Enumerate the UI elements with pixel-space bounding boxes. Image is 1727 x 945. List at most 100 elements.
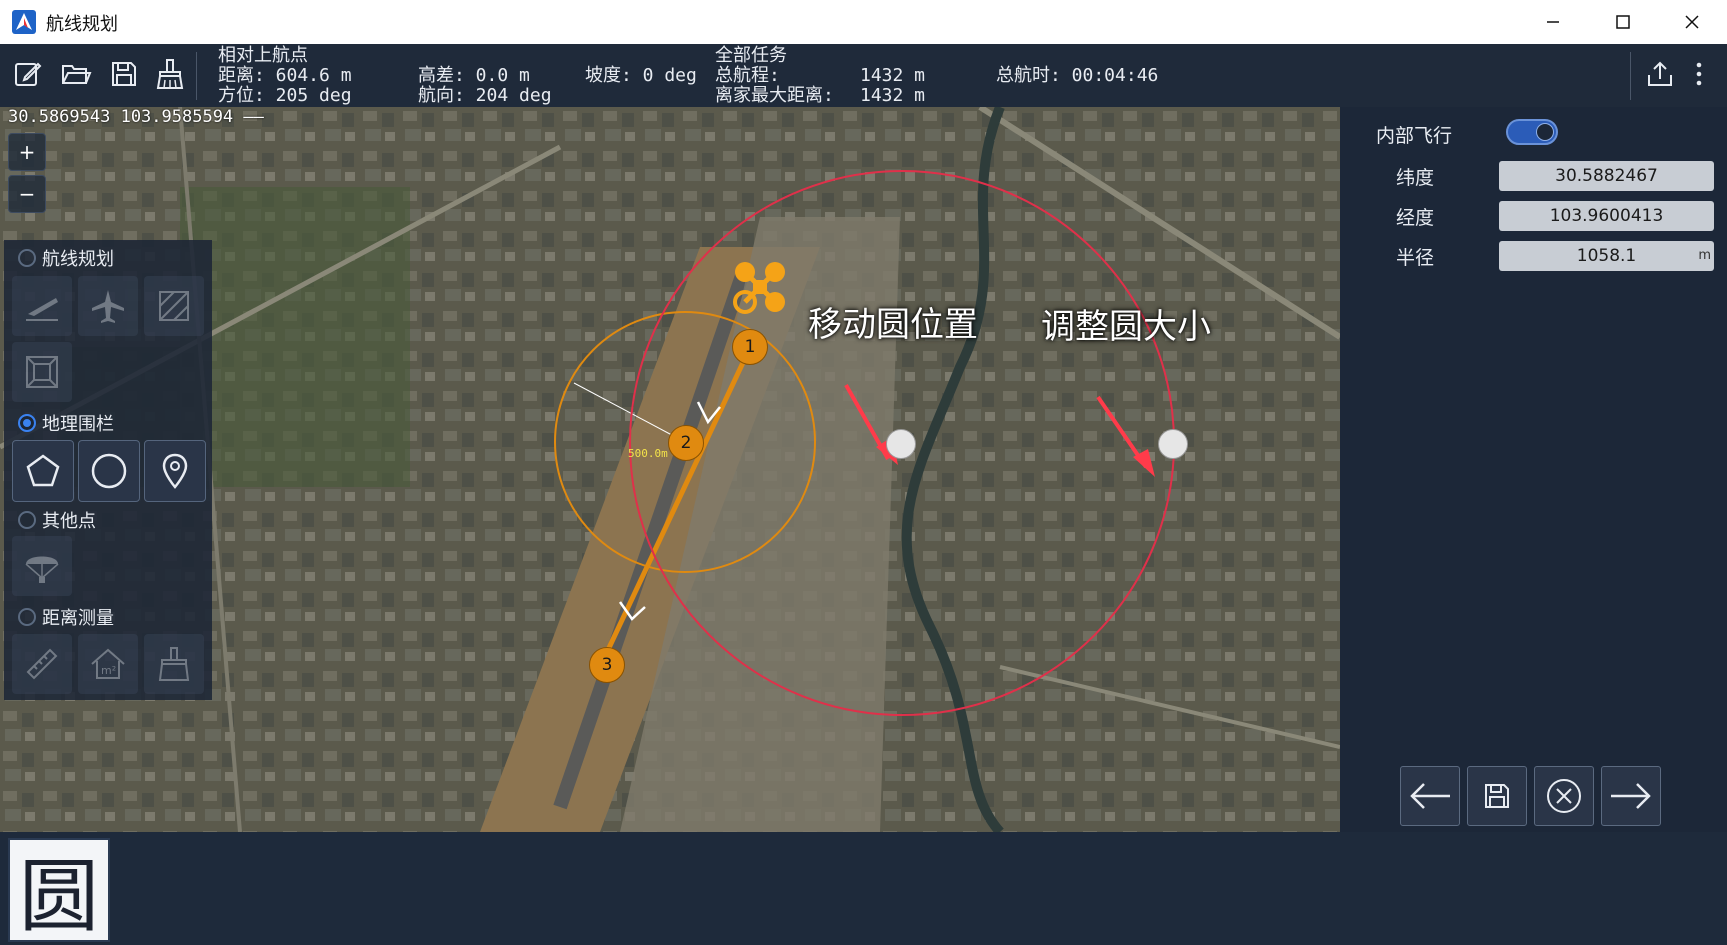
total-time-readout: 总航时: 00:04:46 <box>996 65 1159 86</box>
waypoint-marker[interactable]: 1 <box>732 329 768 365</box>
toggle-knob <box>1536 123 1554 141</box>
minimize-icon <box>1547 21 1559 23</box>
geofence-radio[interactable] <box>18 414 36 432</box>
next-button[interactable] <box>1601 766 1661 826</box>
zoom-out-button[interactable]: − <box>8 175 46 213</box>
edit-icon <box>15 62 42 86</box>
waypoint-marker[interactable]: 2 <box>668 425 704 461</box>
oblique-survey-tool[interactable] <box>12 342 72 402</box>
geofence-label: 地理围栏 <box>42 414 114 435</box>
max-home-distance-label: 离家最大距离: <box>715 85 834 106</box>
coordinate-readout: 30.5869543 103.9585594 –– <box>8 107 264 127</box>
other-points-radio[interactable] <box>18 511 36 529</box>
properties-panel: 内部飞行 纬度 30.5882467 经度 103.9600413 半径 105… <box>1340 107 1727 832</box>
broom-icon <box>158 647 190 681</box>
internal-flight-label: 内部飞行 <box>1376 125 1453 147</box>
latitude-label: 纬度 <box>1396 167 1435 189</box>
resize-circle-annotation: 调整圆大小 <box>1041 307 1211 347</box>
longitude-input[interactable]: 103.9600413 <box>1499 201 1714 231</box>
pentagon-icon <box>26 454 60 487</box>
close-button[interactable] <box>1657 0 1727 44</box>
save-icon <box>1485 784 1509 808</box>
upload-icon <box>1648 61 1672 86</box>
parachute-icon <box>25 556 59 583</box>
toolbar-divider <box>196 52 197 100</box>
open-button[interactable] <box>58 56 94 92</box>
area-survey-tool[interactable] <box>144 276 204 336</box>
broom-icon <box>156 59 184 89</box>
route-planning-radio[interactable] <box>18 249 36 267</box>
clear-measure-tool[interactable] <box>144 634 204 694</box>
zoom-in-button[interactable]: + <box>8 133 46 171</box>
takeoff-tool[interactable] <box>12 276 72 336</box>
upload-button[interactable] <box>1642 56 1678 92</box>
ruler-tool[interactable] <box>12 634 72 694</box>
bearing-readout: 方位: 205 deg <box>218 85 352 106</box>
app-logo-icon <box>12 10 36 34</box>
route-planning-section[interactable]: 航线规划 <box>18 245 114 271</box>
height-diff-readout: 高差: 0.0 m <box>418 65 530 86</box>
distance-measure-radio[interactable] <box>18 608 36 626</box>
relative-header: 相对上航点 <box>218 45 308 66</box>
distance-readout: 距离: 604.6 m <box>218 65 352 86</box>
takeoff-icon <box>26 298 58 321</box>
internal-flight-toggle[interactable] <box>1506 119 1558 145</box>
other-points-section[interactable]: 其他点 <box>18 507 96 533</box>
toolbar-divider-right <box>1630 52 1631 100</box>
radius-input[interactable]: 1058.1 m <box>1499 241 1714 271</box>
arrow-right-icon <box>1611 783 1651 809</box>
radius-field-label: 半径 <box>1396 247 1435 269</box>
arrow-left-icon <box>1410 783 1450 809</box>
move-circle-annotation: 移动圆位置 <box>808 305 978 345</box>
total-range-value: 1432 m <box>860 65 926 86</box>
edit-button[interactable] <box>10 56 46 92</box>
bottom-bar: 圆 <box>0 832 1727 945</box>
slope-readout: 坡度: 0 deg <box>585 65 697 86</box>
radius-unit: m <box>1698 248 1711 263</box>
circle-resize-handle[interactable] <box>1158 429 1188 459</box>
other-points-label: 其他点 <box>42 511 96 532</box>
folder-open-icon <box>62 65 92 84</box>
cancel-circle-icon <box>1547 779 1581 813</box>
total-range-label: 总航程: <box>715 65 780 86</box>
route-planning-label: 航线规划 <box>42 249 114 270</box>
radius-label: 500.0m <box>628 447 668 460</box>
circle-move-handle[interactable] <box>886 429 916 459</box>
distance-measure-section[interactable]: 距离测量 <box>18 604 114 630</box>
map-pin-icon <box>162 453 188 489</box>
minimize-button[interactable] <box>1518 0 1588 44</box>
house-area-icon: m² <box>91 648 125 679</box>
radius-value: 1058.1 <box>1576 246 1637 266</box>
save-button[interactable] <box>106 56 142 92</box>
clear-button[interactable] <box>152 56 188 92</box>
toolbar: 相对上航点 距离: 604.6 m 方位: 205 deg 高差: 0.0 m … <box>0 44 1727 108</box>
mode-badge: 圆 <box>8 838 110 943</box>
cancel-button[interactable] <box>1534 766 1594 826</box>
longitude-label: 经度 <box>1396 207 1435 229</box>
latitude-input[interactable]: 30.5882467 <box>1499 161 1714 191</box>
hatched-area-icon <box>159 291 189 321</box>
ruler-icon <box>26 648 58 680</box>
close-icon <box>1685 15 1699 29</box>
more-vert-icon <box>1696 62 1702 86</box>
polygon-fence-tool[interactable] <box>12 440 74 502</box>
save-icon <box>112 62 136 86</box>
previous-button[interactable] <box>1400 766 1460 826</box>
save-circle-button[interactable] <box>1467 766 1527 826</box>
maximize-button[interactable] <box>1588 0 1658 44</box>
geofence-section[interactable]: 地理围栏 <box>18 410 114 436</box>
circle-fence-tool[interactable] <box>78 440 140 502</box>
more-button[interactable] <box>1684 56 1714 92</box>
circle-icon <box>91 453 127 489</box>
waypoint-tool[interactable] <box>78 276 138 336</box>
heading-readout: 航向: 204 deg <box>418 85 552 106</box>
point-fence-tool[interactable] <box>144 440 206 502</box>
parachute-tool[interactable] <box>12 536 72 596</box>
area-measure-tool[interactable]: m² <box>78 634 138 694</box>
distance-measure-label: 距离测量 <box>42 608 114 629</box>
airplane-icon <box>92 290 124 323</box>
waypoint-marker[interactable]: 3 <box>589 647 625 683</box>
tools-panel: 航线规划 地理围栏 其他点 距离测量 m² <box>4 240 212 700</box>
title-bar: 航线规划 <box>0 0 1727 45</box>
window-title: 航线规划 <box>46 14 118 35</box>
